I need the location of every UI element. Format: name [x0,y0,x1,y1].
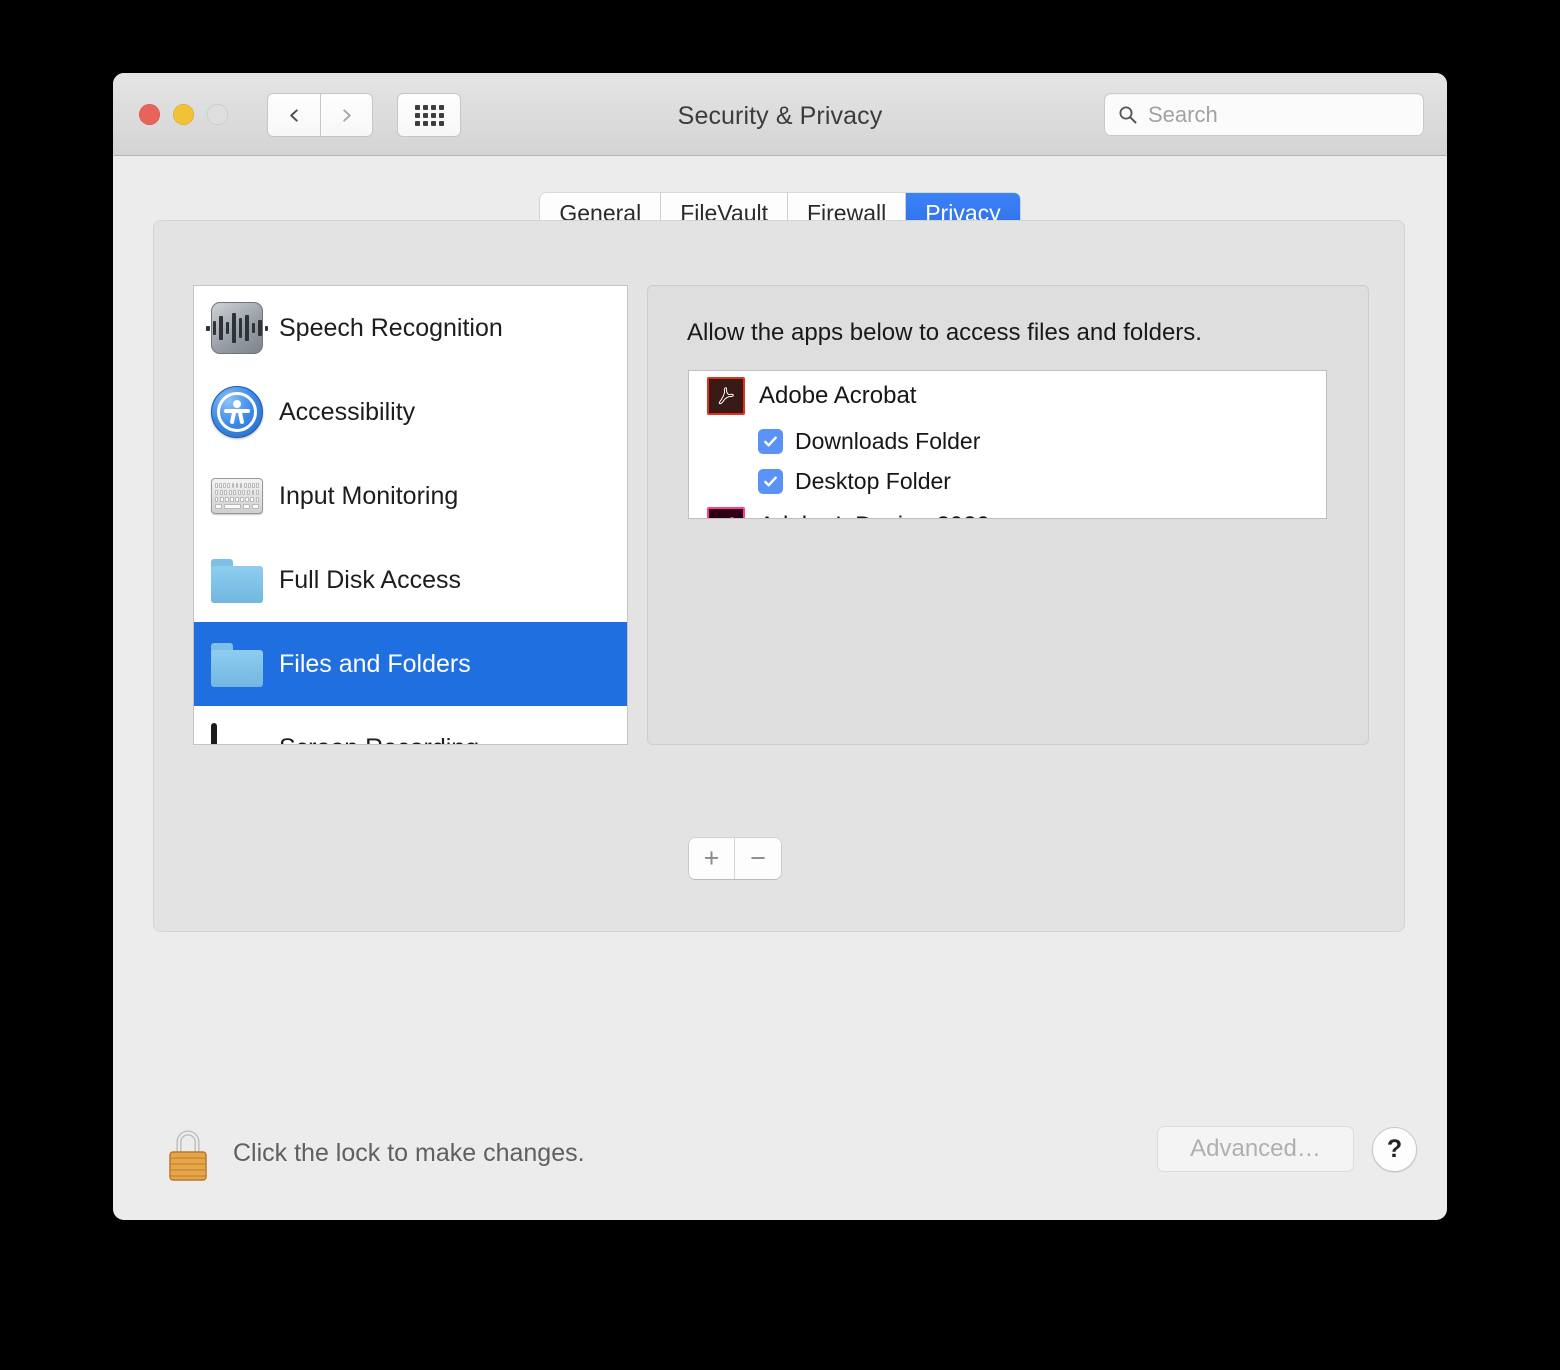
check-icon [764,475,777,487]
app-permissions-list[interactable]: Adobe Acrobat Downloads Folder Desktop F… [688,370,1327,519]
acrobat-glyph-icon [718,387,734,405]
advanced-button[interactable]: Advanced… [1157,1126,1354,1172]
speech-waveform-icon [206,302,268,354]
app-row[interactable]: Id Adobe InDesign 2020 [689,501,1326,518]
check-icon [764,435,777,447]
sidebar-item-label: Files and Folders [279,649,471,678]
padlock-closed-icon[interactable] [165,1126,211,1182]
sidebar-item-accessibility[interactable]: Accessibility [194,370,627,454]
panel-description: Allow the apps below to access files and… [687,319,1202,346]
sidebar-item-input-monitoring[interactable]: Input Monitoring [194,454,627,538]
sidebar-item-files-and-folders[interactable]: Files and Folders [194,622,627,706]
permission-checkbox[interactable] [758,428,783,454]
files-and-folders-panel: Allow the apps below to access files and… [647,285,1369,879]
app-name: Adobe InDesign 2020 [759,512,990,518]
sidebar-item-label: Speech Recognition [279,313,503,342]
system-preferences-window: Security & Privacy Search General FileVa… [113,73,1447,1220]
permission-label: Downloads Folder [795,427,981,454]
remove-app-button[interactable]: − [735,838,781,879]
keyboard-icon [211,470,263,522]
sidebar-item-label: Full Disk Access [279,565,461,594]
app-name: Adobe Acrobat [759,382,917,409]
sidebar-item-label: Accessibility [279,397,416,426]
permission-label: Desktop Folder [795,467,951,494]
permission-row[interactable]: Desktop Folder [689,461,1326,501]
accessibility-icon [211,386,263,438]
sidebar-item-speech-recognition[interactable]: Speech Recognition [194,286,627,370]
privacy-category-list[interactable]: Speech Recognition Accessibility Input M… [193,285,628,745]
folder-icon [211,638,263,690]
sidebar-item-label: Screen Recording [279,734,479,745]
window-titlebar: Security & Privacy Search [113,73,1447,156]
add-remove-buttons: + − [689,838,781,879]
add-app-button[interactable]: + [689,838,735,879]
search-input[interactable]: Search [1148,102,1218,128]
help-button[interactable]: ? [1372,1127,1417,1172]
adobe-acrobat-icon [707,377,745,415]
search-icon [1119,106,1137,123]
sidebar-item-full-disk-access[interactable]: Full Disk Access [194,538,627,622]
permission-row[interactable]: Downloads Folder [689,421,1326,461]
lock-status-text: Click the lock to make changes. [233,1139,585,1167]
adobe-indesign-icon: Id [707,507,745,518]
display-icon [211,722,263,744]
app-row[interactable]: Adobe Acrobat [689,371,1326,421]
folder-icon [211,554,263,606]
permission-checkbox[interactable] [758,468,783,494]
search-field[interactable]: Search [1104,93,1424,136]
sidebar-item-screen-recording[interactable]: Screen Recording [194,706,627,745]
sidebar-item-label: Input Monitoring [279,481,459,510]
privacy-content-panel: Speech Recognition Accessibility Input M… [153,220,1405,932]
